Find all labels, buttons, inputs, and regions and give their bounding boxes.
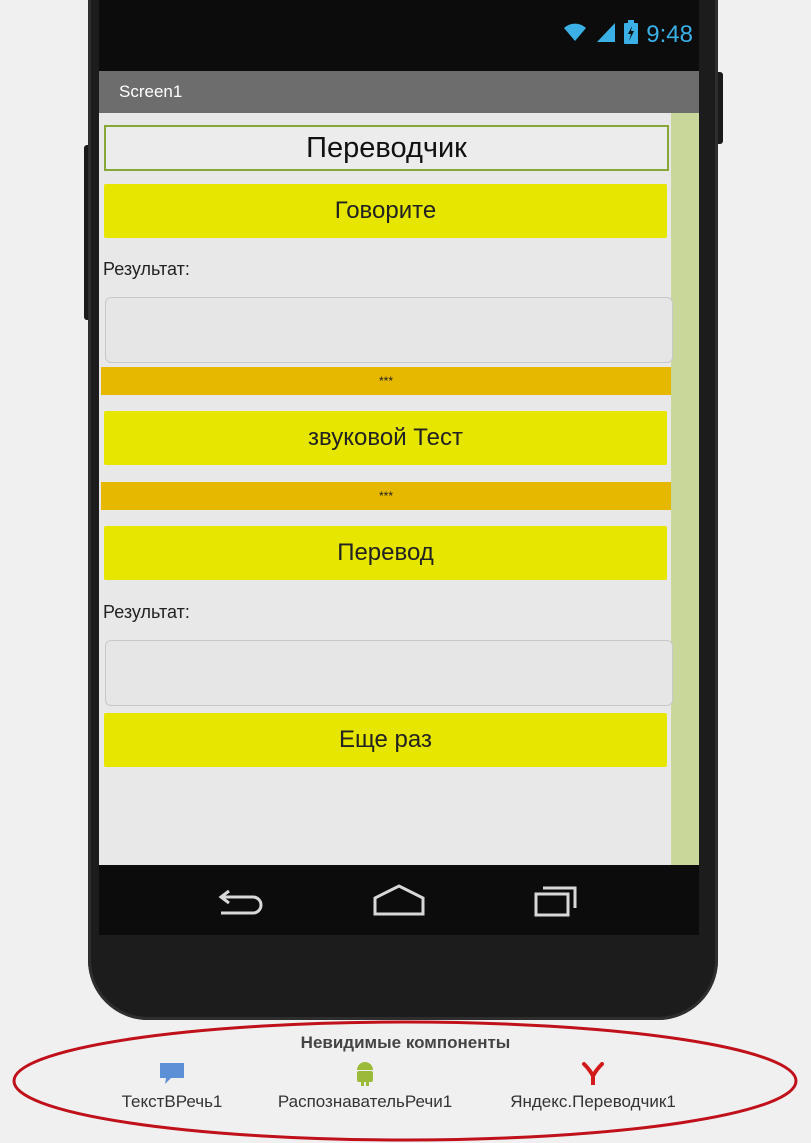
app-title-bar: Screen1 xyxy=(99,71,699,113)
result-textbox-1[interactable] xyxy=(105,297,673,363)
translate-button[interactable]: Перевод xyxy=(104,526,667,580)
home-icon[interactable] xyxy=(371,883,427,922)
app-title: Screen1 xyxy=(119,82,183,101)
navigation-bar xyxy=(99,865,699,935)
status-time: 9:48 xyxy=(646,20,693,48)
scrollbar-strip xyxy=(671,113,699,865)
signal-icon xyxy=(596,21,616,48)
heading-label: Переводчик xyxy=(104,125,669,171)
divider-label-1: *** xyxy=(101,367,671,395)
wifi-icon xyxy=(562,21,588,48)
annotation-ellipse xyxy=(12,1020,798,1142)
result-label-1: Результат: xyxy=(103,259,190,279)
sound-test-button[interactable]: звуковой Тест xyxy=(104,411,667,465)
back-icon[interactable] xyxy=(215,883,267,922)
divider-label-2: *** xyxy=(101,482,671,510)
again-button[interactable]: Еще раз xyxy=(104,713,667,767)
recent-apps-icon[interactable] xyxy=(533,883,579,922)
result-label-2: Результат: xyxy=(103,602,190,622)
battery-icon xyxy=(624,20,639,49)
speak-button[interactable]: Говорите xyxy=(104,184,667,238)
status-bar: 9:48 xyxy=(99,0,699,71)
result-textbox-2[interactable] xyxy=(105,640,673,706)
